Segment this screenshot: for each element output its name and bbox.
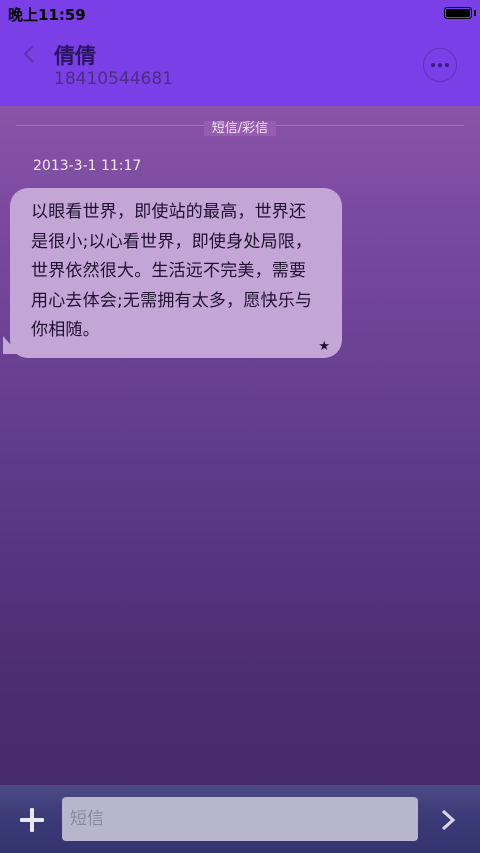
conversation-header: 倩倩 18410544681 bbox=[0, 28, 480, 106]
status-time: 晚上11:59 bbox=[8, 6, 86, 24]
composer-bar bbox=[0, 785, 480, 853]
add-attachment-button[interactable] bbox=[20, 808, 44, 832]
message-text: 以眼看世界，即使站的最高，世界还是很小;以心看世界，即使身处局限，世界依然很大。… bbox=[31, 202, 313, 340]
more-options-button[interactable] bbox=[423, 48, 457, 82]
message-timestamp: 2013-3-1 11:17 bbox=[33, 158, 142, 174]
message-bubble[interactable]: 以眼看世界，即使站的最高，世界还是很小;以心看世界，即使身处局限，世界依然很大。… bbox=[10, 188, 342, 358]
battery-tip bbox=[474, 10, 476, 16]
star-icon: ★ bbox=[318, 339, 330, 354]
more-dot bbox=[431, 63, 435, 67]
channel-label: 短信/彩信 bbox=[0, 117, 480, 136]
more-dot bbox=[438, 63, 442, 67]
contact-name: 倩倩 bbox=[54, 44, 96, 68]
more-dot bbox=[445, 63, 449, 67]
chevron-right-icon bbox=[441, 809, 456, 831]
status-bar: 晚上11:59 bbox=[0, 0, 480, 28]
message-input[interactable] bbox=[62, 797, 418, 841]
back-button[interactable] bbox=[16, 40, 44, 68]
send-button[interactable] bbox=[438, 807, 458, 833]
contact-number: 18410544681 bbox=[54, 69, 173, 89]
battery-icon bbox=[444, 7, 472, 19]
battery-fill bbox=[446, 9, 470, 17]
chevron-left-icon bbox=[23, 45, 34, 63]
channel-label-text: 短信/彩信 bbox=[203, 121, 277, 136]
